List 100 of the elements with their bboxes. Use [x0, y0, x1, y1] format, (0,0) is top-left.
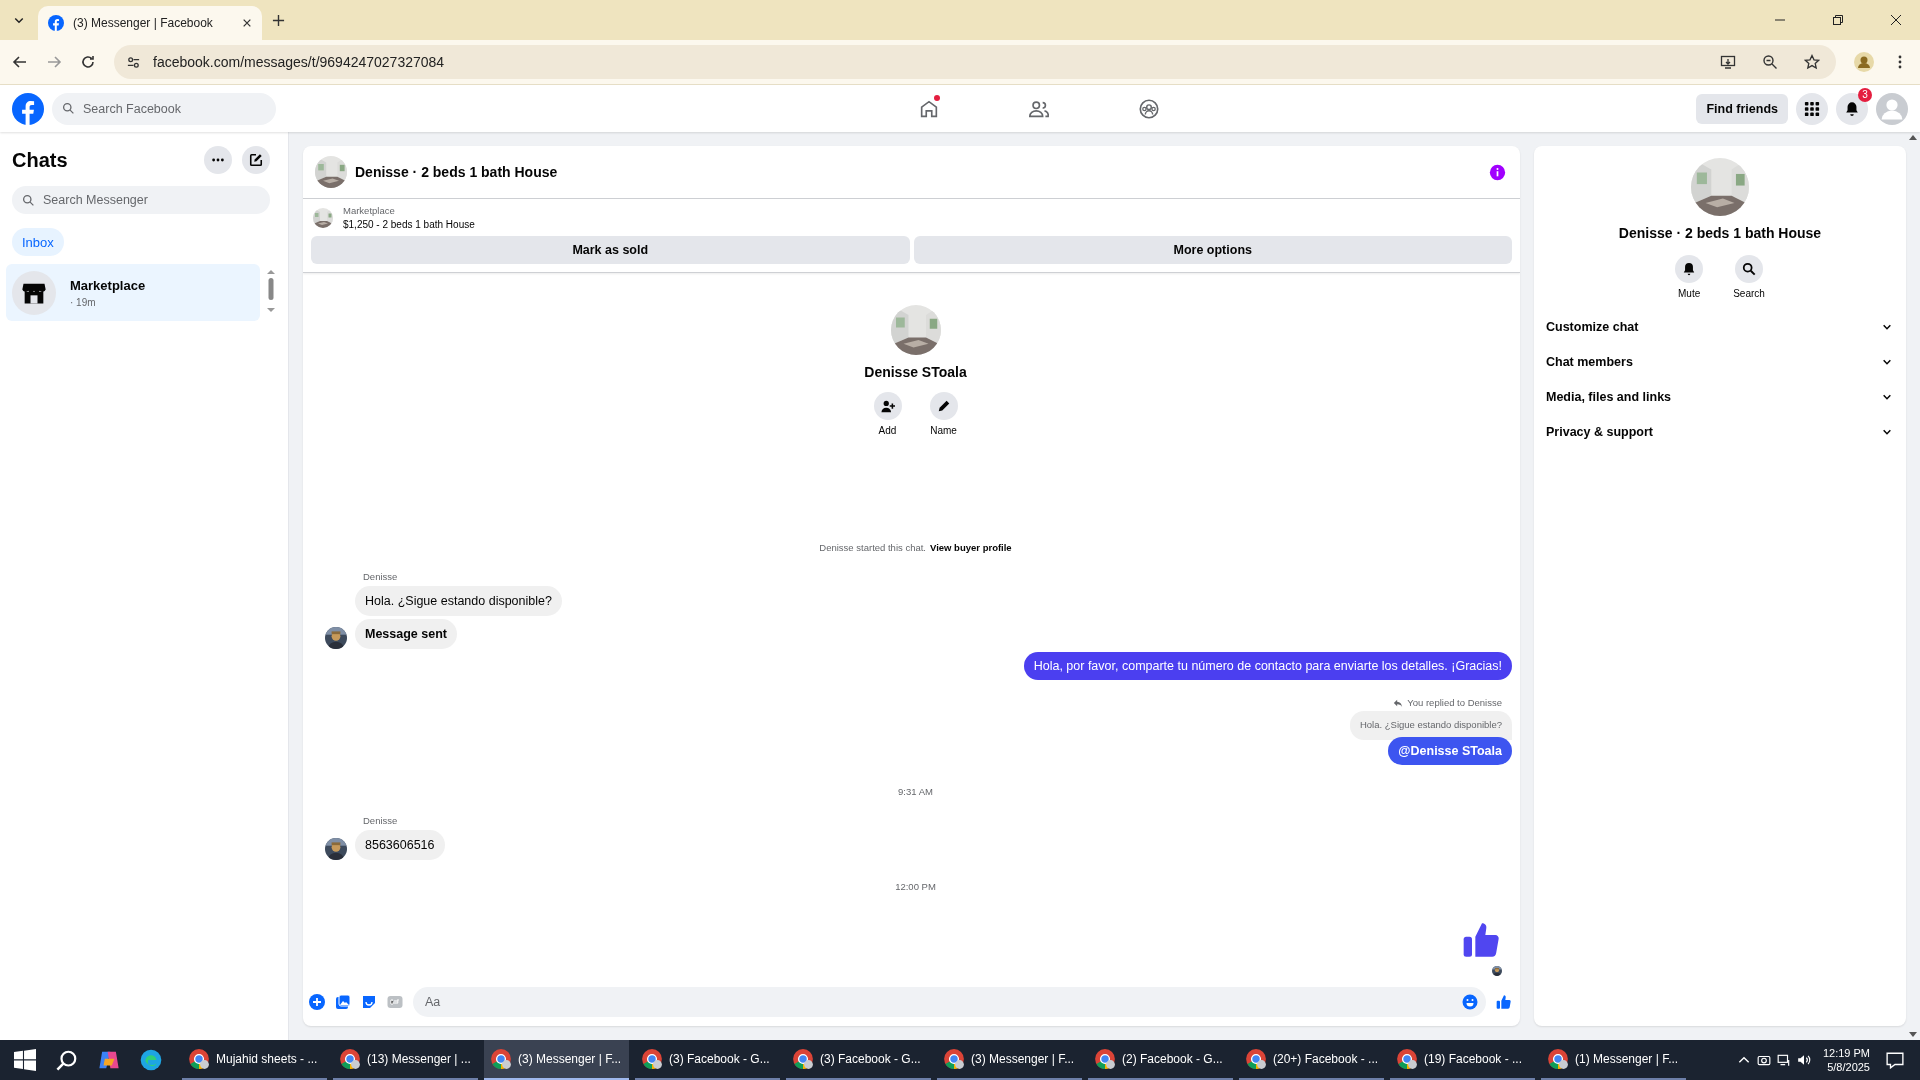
- section-header[interactable]: Privacy & support: [1544, 414, 1896, 449]
- group-circle-icon: [1138, 97, 1161, 120]
- incoming-message: 8563606516: [355, 830, 445, 860]
- conversation-time: · 19m: [70, 296, 97, 308]
- section-header[interactable]: Customize chat: [1544, 309, 1896, 344]
- chrome-icon: [641, 1048, 663, 1070]
- timestamp: 9:31 AM: [898, 786, 933, 797]
- bookmark-star-icon[interactable]: [1804, 54, 1820, 70]
- bell-icon: [1844, 100, 1860, 117]
- chrome-icon: [1094, 1048, 1116, 1070]
- notification-count: 3: [1858, 87, 1872, 102]
- taskbar-item[interactable]: (2) Facebook - G...: [1088, 1040, 1233, 1080]
- chrome-icon: [188, 1048, 210, 1070]
- image-icon[interactable]: [335, 994, 351, 1010]
- network-icon[interactable]: [1776, 1053, 1791, 1067]
- search-bar[interactable]: Search Messenger: [12, 186, 270, 214]
- rename-button[interactable]: [929, 392, 958, 420]
- back-icon[interactable]: [12, 54, 28, 70]
- sender-name: Denisse: [363, 815, 398, 826]
- grid-icon: [1804, 100, 1820, 117]
- incoming-message: Hola. ¿Sigue estando disponible?: [355, 586, 562, 616]
- clock[interactable]: 12:19 PM 5/8/2025: [1816, 1047, 1880, 1073]
- facebook-icon: [48, 15, 64, 31]
- mute-button[interactable]: [1675, 255, 1704, 283]
- close-icon[interactable]: [242, 18, 252, 28]
- reply-icon: [1393, 697, 1404, 708]
- address-bar[interactable]: facebook.com/messages/t/9694247027327084: [114, 45, 1836, 79]
- section-header[interactable]: Media, files and links: [1544, 379, 1896, 414]
- sender-name: Denisse: [363, 571, 398, 582]
- taskbar-item[interactable]: (3) Facebook - G...: [786, 1040, 931, 1080]
- new-message-button[interactable]: [242, 146, 270, 174]
- chrome-icon: [943, 1048, 965, 1070]
- edge-icon[interactable]: [140, 1049, 162, 1071]
- search-button[interactable]: [1735, 255, 1763, 283]
- bell-icon: [1682, 262, 1697, 276]
- menu-button[interactable]: [1796, 92, 1828, 125]
- add-button[interactable]: [873, 392, 902, 420]
- site-settings-icon[interactable]: [126, 54, 141, 70]
- search-field[interactable]: Search Facebook: [81, 92, 266, 125]
- sticker-icon[interactable]: [361, 994, 377, 1010]
- tab-title: (3) Messenger | Facebook: [73, 16, 214, 30]
- conversation-item[interactable]: Marketplace · 19m: [6, 264, 260, 321]
- chrome-icon: [490, 1048, 512, 1070]
- chrome-icon: [1396, 1048, 1418, 1070]
- browser-tab[interactable]: (3) Messenger | Facebook: [38, 6, 262, 40]
- new-tab-icon[interactable]: [272, 13, 285, 27]
- section-header[interactable]: Chat members: [1544, 344, 1896, 379]
- timestamp: 12:00 PM: [895, 881, 936, 892]
- conversation-name: Marketplace: [70, 277, 146, 293]
- find-friends-button[interactable]: Find friends: [1696, 93, 1788, 124]
- taskbar-item[interactable]: Mujahid sheets - ...: [182, 1040, 327, 1080]
- search-field[interactable]: Search Messenger: [41, 186, 260, 214]
- listing-action-button[interactable]: Mark as sold: [311, 236, 910, 264]
- taskbar-item[interactable]: (3) Messenger | F...: [484, 1040, 629, 1080]
- url-text: facebook.com/messages/t/9694247027327084: [153, 54, 445, 70]
- notifications-icon[interactable]: [1886, 1051, 1904, 1069]
- windows-start-icon[interactable]: [14, 1049, 36, 1071]
- pencil-icon: [936, 399, 951, 413]
- compose-icon: [249, 153, 263, 167]
- taskbar-item[interactable]: (19) Facebook - ...: [1390, 1040, 1535, 1080]
- info-icon[interactable]: [1489, 163, 1506, 181]
- outgoing-message: @Denisse SToala: [1388, 737, 1512, 765]
- close-icon[interactable]: [1890, 14, 1902, 26]
- search-bar[interactable]: Search Facebook: [52, 92, 276, 125]
- profile-icon[interactable]: [1854, 52, 1874, 72]
- thumbs-up-icon: [1462, 920, 1502, 960]
- taskbar-item[interactable]: (3) Facebook - G...: [635, 1040, 780, 1080]
- taskbar-item[interactable]: (3) Messenger | F...: [937, 1040, 1082, 1080]
- taskbar-item[interactable]: (1) Messenger | F...: [1541, 1040, 1686, 1080]
- restore-icon[interactable]: [1832, 14, 1844, 26]
- buyer-profile-link[interactable]: View buyer profile: [930, 542, 1012, 553]
- emoji-icon[interactable]: [1462, 994, 1478, 1010]
- install-icon[interactable]: [1720, 54, 1736, 70]
- camera-icon[interactable]: [1756, 1053, 1771, 1067]
- facebook-logo-icon[interactable]: [12, 92, 44, 125]
- conversation-title: Denisse · 2 beds 1 bath House: [1618, 225, 1822, 241]
- add-person-icon: [880, 399, 895, 413]
- more-button[interactable]: [204, 146, 232, 174]
- quoted-message: Hola. ¿Sigue estando disponible?: [1349, 711, 1512, 740]
- forward-icon[interactable]: [46, 54, 62, 70]
- action-label: Add: [878, 425, 897, 436]
- taskbar-item[interactable]: (13) Messenger | ...: [333, 1040, 478, 1080]
- reload-icon[interactable]: [80, 54, 96, 70]
- chrome-icon: [339, 1048, 361, 1070]
- chats-title: Chats: [12, 148, 68, 172]
- plus-circle-icon[interactable]: [309, 994, 325, 1010]
- reply-note: You replied to Denisse: [1407, 697, 1502, 708]
- action-label: Search: [1733, 288, 1765, 299]
- taskbar-item[interactable]: (20+) Facebook - ...: [1239, 1040, 1384, 1080]
- search-icon[interactable]: [56, 1049, 78, 1071]
- copilot-icon[interactable]: [98, 1049, 120, 1071]
- listing-title: $1,250 - 2 beds 1 bath House: [343, 219, 475, 230]
- filter-chip[interactable]: Inbox: [12, 228, 64, 256]
- listing-action-button[interactable]: More options: [913, 236, 1512, 264]
- chat-start-notice: Denisse started this chat.: [819, 542, 926, 553]
- thumbs-up-icon[interactable]: [1496, 994, 1512, 1010]
- incoming-message: Message sent: [355, 619, 457, 649]
- zoom-icon[interactable]: [1762, 54, 1778, 70]
- chrome-icon: [1547, 1048, 1569, 1070]
- volume-icon[interactable]: [1796, 1053, 1811, 1067]
